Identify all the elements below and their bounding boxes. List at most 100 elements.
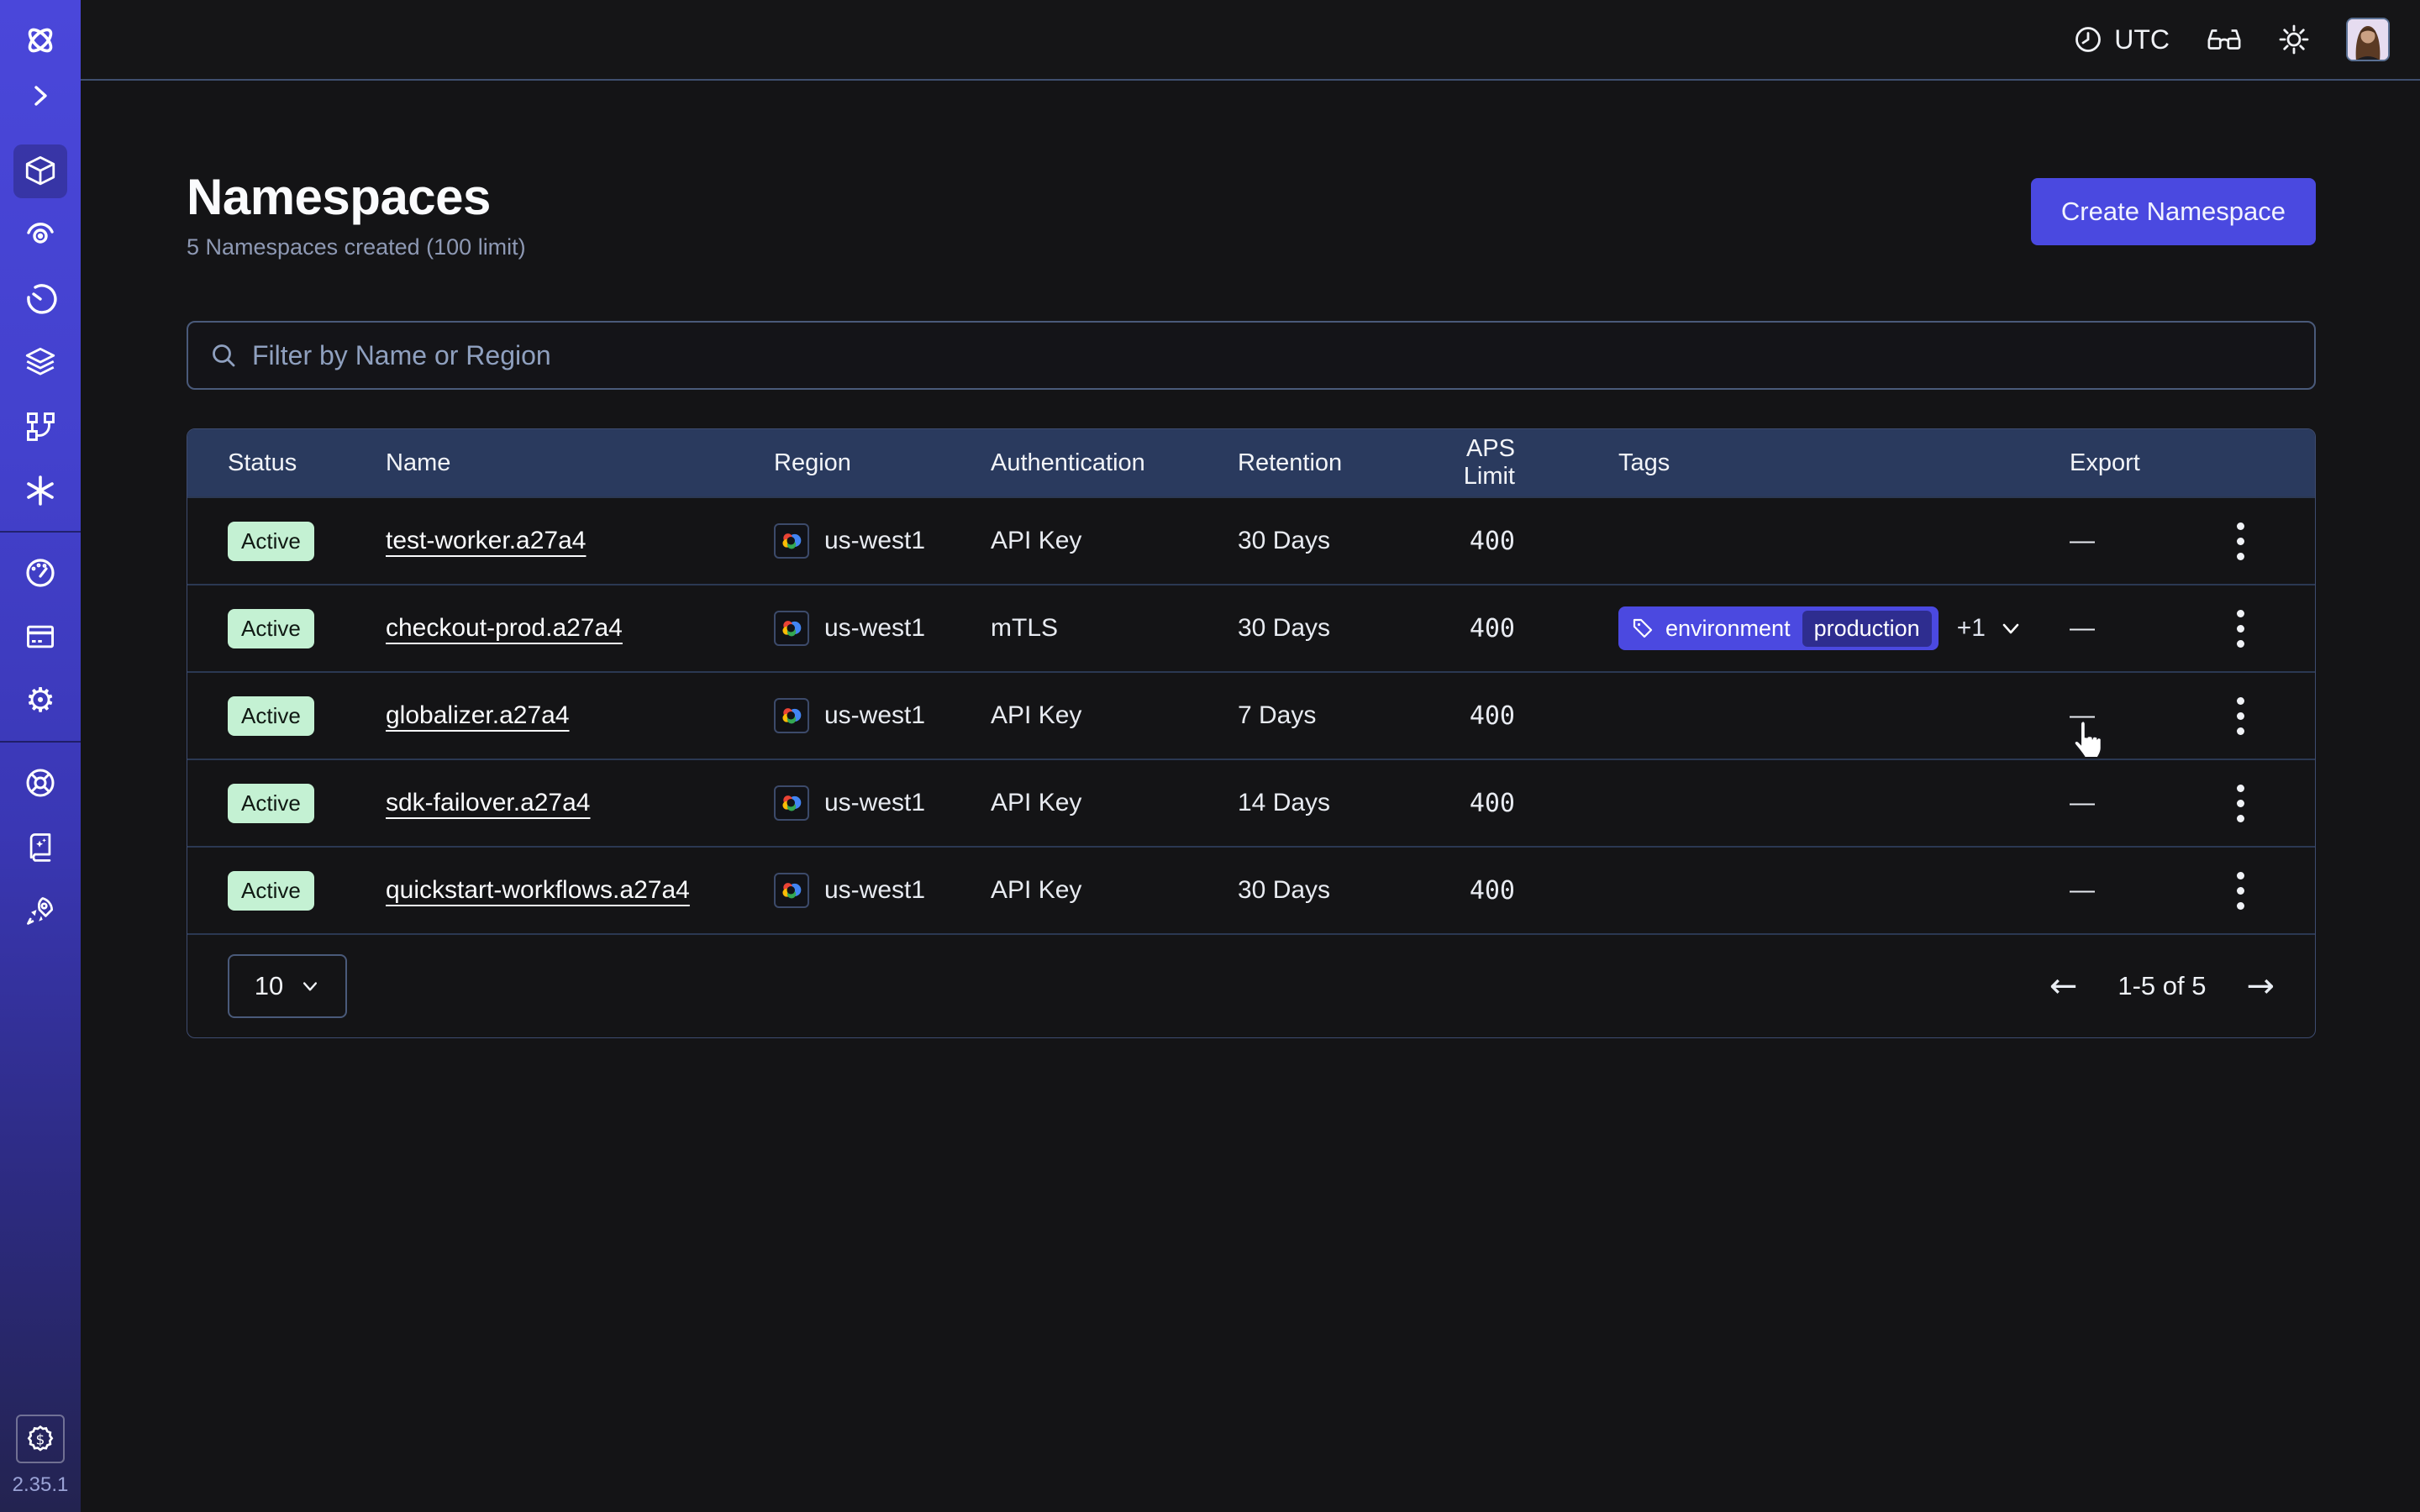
namespace-link[interactable]: checkout-prod.a27a4: [386, 614, 623, 642]
sidebar-divider: [0, 531, 81, 533]
page-size-select[interactable]: 10: [228, 954, 347, 1018]
col-name: Name: [386, 449, 774, 477]
sidebar-item-billing[interactable]: [13, 610, 67, 664]
sidebar-item-worker-deployments[interactable]: [13, 400, 67, 454]
row-menu-button[interactable]: [2237, 522, 2244, 560]
tag-value: production: [1802, 611, 1932, 647]
theme-toggle-button[interactable]: [2279, 24, 2309, 55]
topbar: UTC: [81, 0, 2420, 81]
avatar-photo: [2348, 19, 2388, 60]
timer-icon: [24, 282, 57, 316]
sidebar-item-workflows[interactable]: [13, 208, 67, 262]
rocket-icon: [24, 894, 57, 927]
namespace-link[interactable]: globalizer.a27a4: [386, 701, 570, 729]
clock-icon: [2074, 25, 2102, 54]
timezone-label: UTC: [2114, 24, 2170, 55]
aps-cell: 400: [1409, 789, 1535, 818]
next-page-button[interactable]: →: [2246, 969, 2275, 1003]
sidebar-item-docs[interactable]: [13, 820, 67, 874]
retention-cell: 7 Days: [1238, 701, 1409, 730]
prev-page-button[interactable]: ←: [2049, 969, 2078, 1003]
export-cell: —: [2070, 701, 2095, 730]
row-menu-button[interactable]: [2237, 872, 2244, 910]
sidebar-item-namespaces[interactable]: [13, 144, 67, 198]
row-menu-button[interactable]: [2237, 697, 2244, 735]
region-label: us-west1: [824, 701, 925, 730]
sidebar: ⚙ $ 2.35.1: [0, 0, 81, 1512]
auth-cell: API Key: [991, 876, 1238, 905]
gauge-icon: [24, 556, 57, 590]
table-row: Active checkout-prod.a27a4 us-west1: [187, 584, 2315, 671]
page-title: Namespaces: [187, 168, 526, 226]
col-authentication: Authentication: [991, 449, 1238, 477]
chevron-right-icon: [29, 85, 51, 107]
aps-cell: 400: [1409, 527, 1535, 556]
sidebar-divider: [0, 741, 81, 743]
lifebuoy-icon: [24, 766, 57, 800]
tag-pill[interactable]: environment production: [1618, 606, 1939, 650]
plan-badge-button[interactable]: $: [16, 1415, 65, 1463]
region-label: us-west1: [824, 876, 925, 905]
tag-icon: [1632, 617, 1654, 639]
sidebar-item-schedules[interactable]: [13, 272, 67, 326]
chevron-down-icon: [1999, 617, 2023, 640]
tag-key: environment: [1665, 616, 1791, 642]
table-row: Active sdk-failover.a27a4 us-west1: [187, 759, 2315, 846]
dollar-badge-icon: $: [25, 1424, 55, 1454]
app-version: 2.35.1: [13, 1473, 69, 1497]
aps-cell: 400: [1409, 701, 1535, 731]
gear-icon: ⚙: [25, 684, 55, 717]
labs-toggle-button[interactable]: [2207, 27, 2242, 52]
page-size-value: 10: [255, 971, 283, 1001]
auth-cell: API Key: [991, 701, 1238, 730]
pagination-range: 1-5 of 5: [2118, 971, 2206, 1001]
filter-bar[interactable]: [187, 321, 2316, 390]
col-region: Region: [774, 449, 991, 477]
sidebar-item-support[interactable]: [13, 756, 67, 810]
gcp-cloud-icon: [774, 611, 809, 646]
export-cell: —: [2070, 876, 2095, 905]
asterisk-icon: [24, 474, 57, 507]
row-menu-button[interactable]: [2237, 785, 2244, 822]
table-row: Active globalizer.a27a4 us-west1: [187, 671, 2315, 759]
table-row: Active quickstart-workflows.a27a4 us-wes…: [187, 846, 2315, 933]
namespace-link[interactable]: quickstart-workflows.a27a4: [386, 876, 690, 904]
book-sparkle-icon: [24, 830, 57, 864]
auth-cell: API Key: [991, 789, 1238, 817]
user-avatar[interactable]: [2346, 18, 2390, 61]
sidebar-item-usage[interactable]: [13, 546, 67, 600]
col-tags: Tags: [1535, 449, 2070, 477]
sidebar-item-getting-started[interactable]: [13, 884, 67, 937]
sidebar-expand-button[interactable]: [13, 76, 67, 116]
row-menu-button[interactable]: [2237, 610, 2244, 648]
sidebar-item-settings[interactable]: ⚙: [13, 674, 67, 727]
gcp-cloud-icon: [774, 785, 809, 821]
svg-text:$: $: [36, 1431, 45, 1448]
col-aps-limit: APS Limit: [1409, 435, 1535, 491]
status-badge: Active: [228, 871, 314, 911]
tags-more-count: +1: [1957, 614, 1986, 643]
timezone-selector[interactable]: UTC: [2074, 24, 2170, 55]
region-label: us-west1: [824, 527, 925, 555]
namespace-link[interactable]: test-worker.a27a4: [386, 527, 586, 554]
git-branch-icon: [24, 410, 57, 444]
status-badge: Active: [228, 696, 314, 736]
sidebar-item-nexus[interactable]: [13, 464, 67, 517]
table-row: Active test-worker.a27a4 us-west1: [187, 496, 2315, 584]
sidebar-item-deployments[interactable]: [13, 336, 67, 390]
retention-cell: 14 Days: [1238, 789, 1409, 817]
status-badge: Active: [228, 522, 314, 561]
search-icon: [210, 342, 237, 369]
col-status: Status: [228, 449, 386, 477]
retention-cell: 30 Days: [1238, 527, 1409, 555]
auth-cell: API Key: [991, 527, 1238, 555]
gcp-cloud-icon: [774, 873, 809, 908]
aps-cell: 400: [1409, 876, 1535, 906]
create-namespace-button[interactable]: Create Namespace: [2031, 178, 2316, 245]
tags-expand-button[interactable]: +1: [1957, 614, 2023, 643]
col-export: Export: [2070, 449, 2275, 477]
retention-cell: 30 Days: [1238, 876, 1409, 905]
filter-input[interactable]: [252, 340, 2292, 371]
main-content: Namespaces 5 Namespaces created (100 lim…: [81, 81, 2420, 1512]
namespace-link[interactable]: sdk-failover.a27a4: [386, 789, 591, 816]
